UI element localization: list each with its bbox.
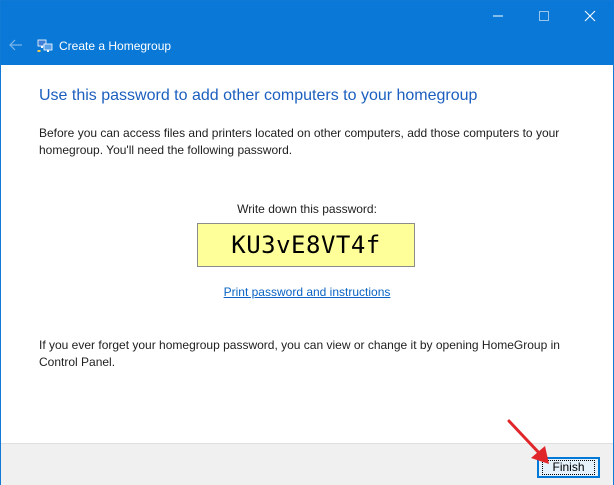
back-arrow-icon	[9, 39, 22, 51]
intro-text: Before you can access files and printers…	[39, 126, 560, 157]
window-title: Create a Homegroup	[59, 39, 172, 53]
password-label: Write down this password:	[237, 202, 377, 216]
forgot-password-note: If you ever forget your homegroup passwo…	[39, 338, 560, 369]
close-button[interactable]	[567, 1, 613, 31]
back-button[interactable]	[5, 33, 27, 57]
close-icon	[584, 10, 596, 22]
minimize-icon	[493, 15, 503, 17]
create-homegroup-window: Create a Homegroup Use this password to …	[0, 0, 614, 485]
title-bar: Create a Homegroup	[1, 1, 613, 65]
password-display: KU3vE8VT4f	[197, 223, 415, 267]
print-link-text[interactable]: Print password and instructions	[224, 285, 391, 299]
maximize-icon	[539, 11, 549, 21]
print-password-link[interactable]: Print password and instructions	[1, 285, 613, 299]
minimize-button[interactable]	[475, 1, 521, 31]
footer-bar: Finish	[1, 443, 613, 485]
finish-button-label: Finish	[542, 460, 595, 475]
page-heading: Use this password to add other computers…	[39, 87, 478, 104]
maximize-button[interactable]	[521, 1, 567, 31]
main-content: Use this password to add other computers…	[1, 65, 613, 443]
homegroup-icon	[37, 39, 53, 52]
finish-button[interactable]: Finish	[537, 457, 600, 478]
